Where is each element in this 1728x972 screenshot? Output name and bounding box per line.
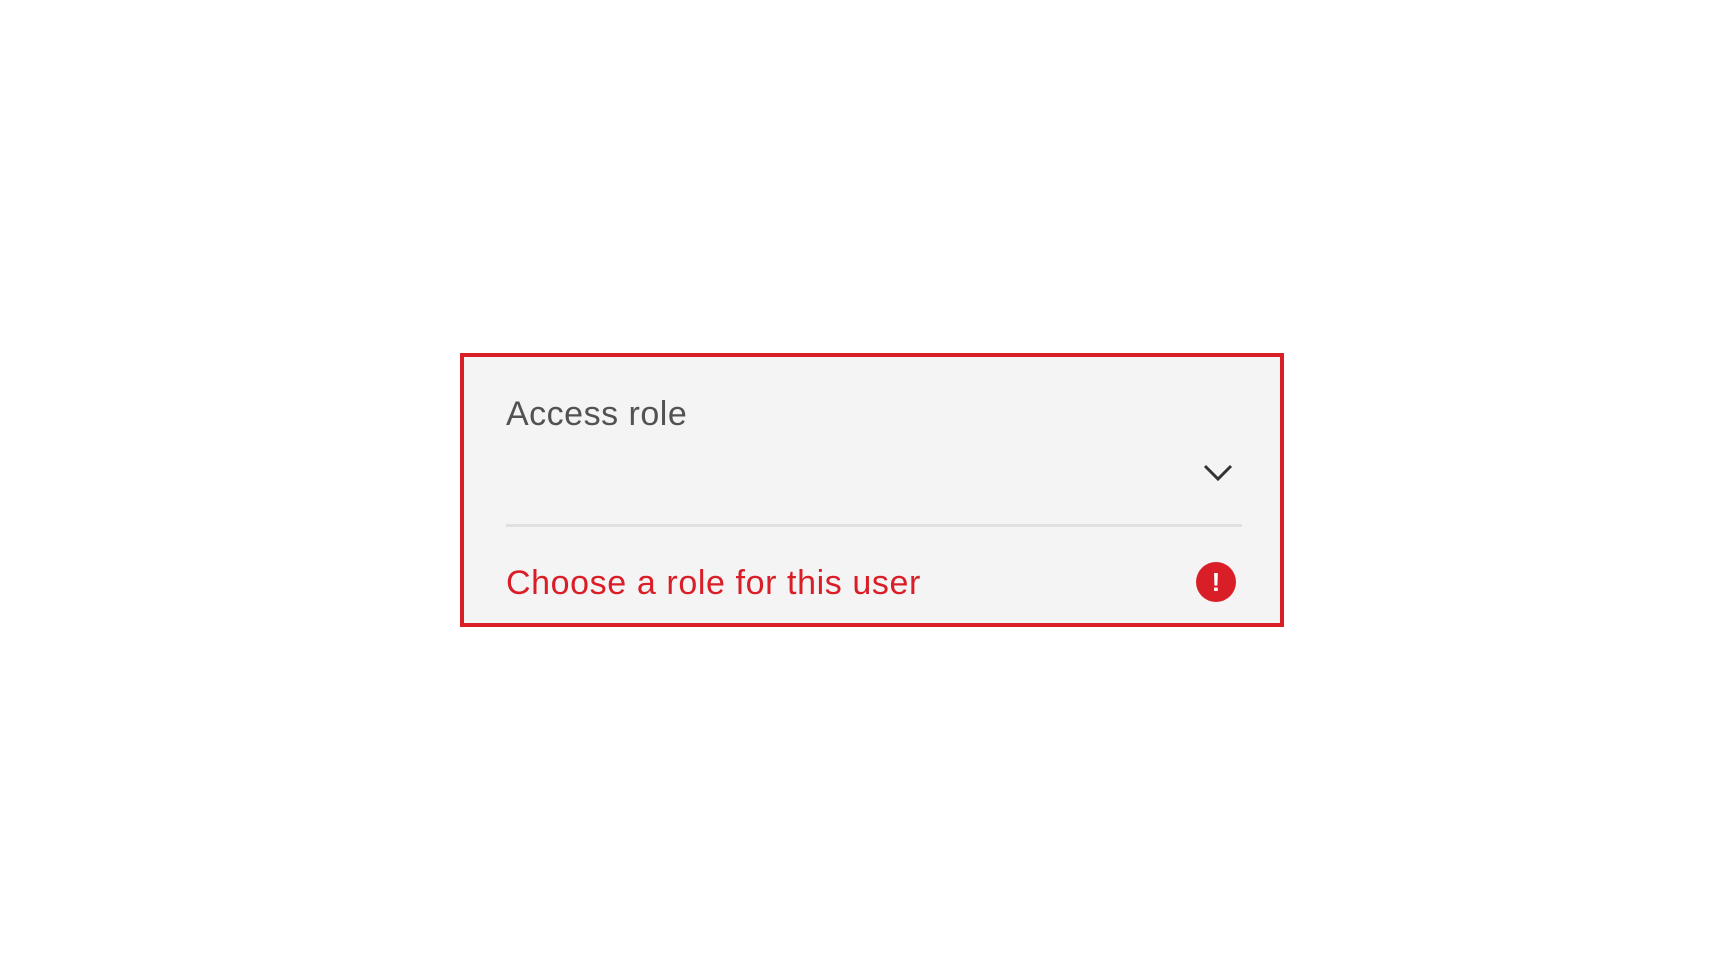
access-role-dropdown: Access role Choose a role for this user … (460, 353, 1284, 627)
access-role-select[interactable] (506, 447, 1242, 527)
error-message: Choose a role for this user (506, 564, 921, 602)
error-filled-icon: ! (1196, 562, 1236, 602)
field-divider (506, 524, 1242, 527)
chevron-down-icon[interactable] (1202, 463, 1234, 483)
exclamation-mark: ! (1212, 567, 1221, 597)
field-label: Access role (506, 395, 688, 433)
